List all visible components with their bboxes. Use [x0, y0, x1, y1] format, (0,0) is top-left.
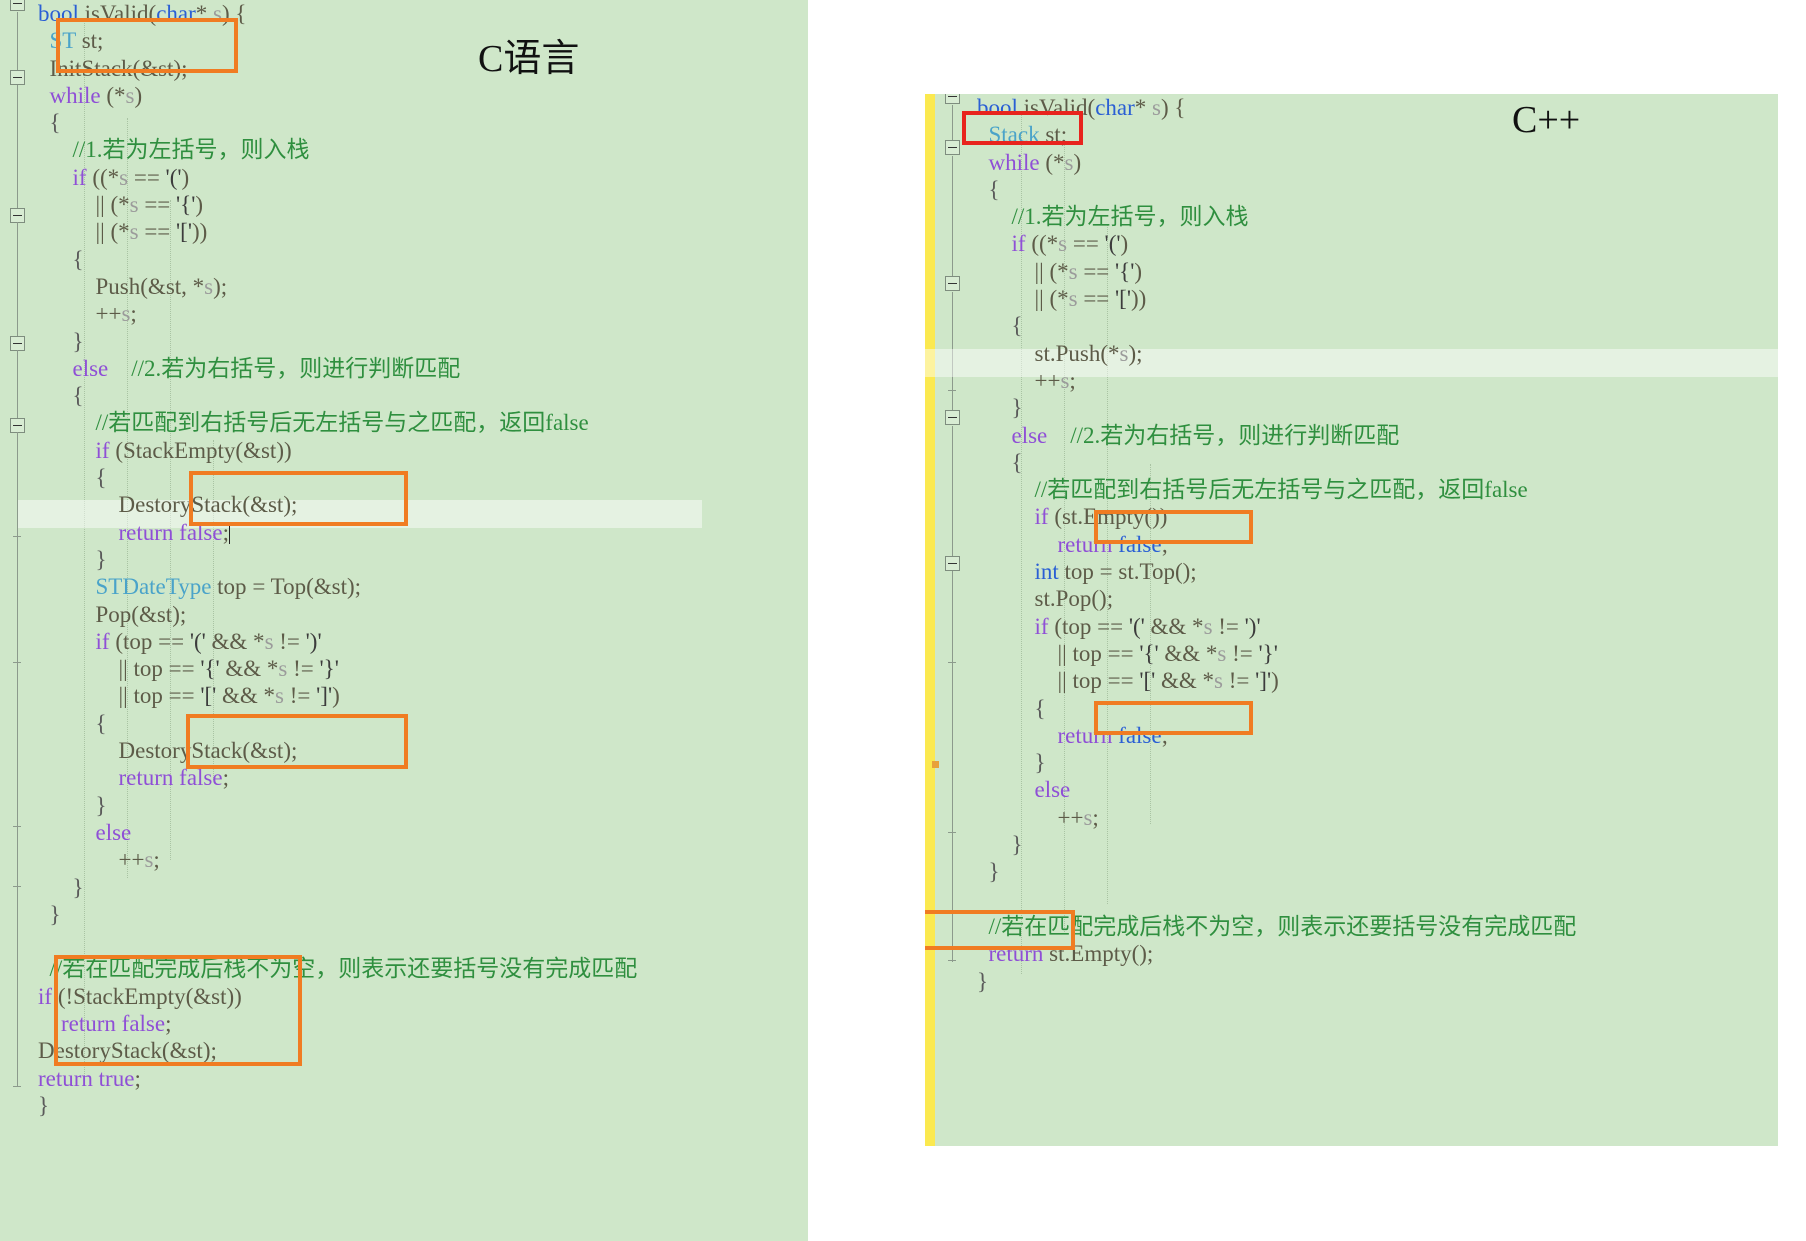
panel-title-cpp: C++ [1512, 99, 1581, 141]
code-editor-cpp[interactable]: bool isValid(char* s) { Stack st; while … [925, 94, 1778, 1146]
code-text-c[interactable]: bool isValid(char* s) { ST st; InitStack… [0, 0, 808, 1119]
code-editor-c[interactable]: bool isValid(char* s) { ST st; InitStack… [0, 0, 808, 1241]
code-text-cpp[interactable]: bool isValid(char* s) { Stack st; while … [925, 94, 1778, 995]
panel-title-c: C语言 [478, 38, 580, 80]
